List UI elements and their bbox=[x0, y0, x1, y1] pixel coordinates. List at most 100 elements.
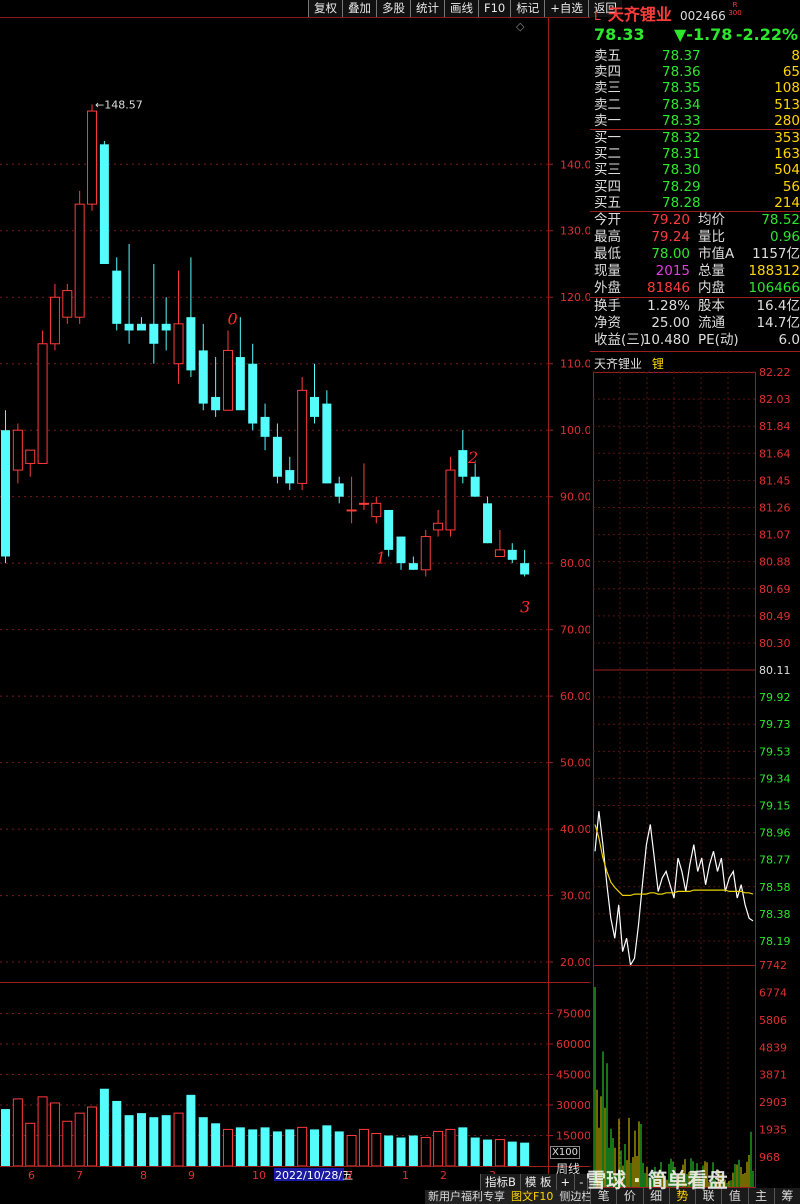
candle-body bbox=[248, 363, 258, 424]
toolbar-button-4[interactable]: 画线 bbox=[444, 0, 478, 17]
candle-body bbox=[149, 323, 159, 344]
price-tick-label: 20.00 bbox=[560, 956, 590, 969]
candle-body bbox=[334, 483, 344, 497]
candle-body bbox=[494, 549, 505, 558]
candle-body bbox=[87, 110, 98, 205]
asks-row: 卖一 78.33 280 bbox=[590, 113, 800, 129]
volume-bar bbox=[186, 1094, 196, 1166]
candle-body bbox=[297, 389, 308, 484]
toolbar-button-0[interactable]: 复权 bbox=[308, 0, 342, 17]
volume-bar bbox=[1, 1109, 10, 1166]
stat-label: 换手 bbox=[594, 298, 621, 314]
volume-bar bbox=[507, 1141, 517, 1166]
status-item-1[interactable]: 图文F10 bbox=[508, 1190, 557, 1204]
candle-body bbox=[507, 549, 517, 560]
candle-body bbox=[358, 502, 369, 505]
intraday-tick-label: 81.45 bbox=[759, 474, 791, 487]
ctrl-button-0[interactable]: 指标B bbox=[480, 1174, 520, 1190]
volume-bar bbox=[358, 1128, 369, 1167]
volume-bar bbox=[25, 1122, 36, 1167]
stat-label: 外盘 bbox=[594, 280, 621, 296]
intraday-tick-label: 81.07 bbox=[759, 529, 791, 542]
asks-label: 卖四 bbox=[594, 64, 621, 81]
intraday-vol-tick-label: 5806 bbox=[759, 1014, 787, 1027]
intraday-tick-label: 78.38 bbox=[759, 908, 791, 921]
tab-6[interactable]: 主 bbox=[747, 1188, 774, 1204]
asks-label: 卖一 bbox=[594, 112, 621, 129]
date-label: 2 bbox=[346, 1169, 353, 1182]
bids-row: 买四 78.29 56 bbox=[590, 179, 800, 195]
stat-value: 81846 bbox=[647, 280, 690, 296]
volume-bar bbox=[112, 1100, 122, 1166]
volume-bar bbox=[124, 1115, 134, 1166]
asks-qty: 280 bbox=[774, 112, 800, 129]
sector-tag[interactable]: 锂 bbox=[652, 357, 664, 371]
bids-label: 买四 bbox=[594, 178, 621, 195]
date-label: 9 bbox=[188, 1169, 195, 1182]
kline-chart-area[interactable]: 20.00 30.00 40.00 50.00 60.00 70.00 80.00 90.00… bbox=[0, 18, 599, 1204]
volume-bar bbox=[334, 1131, 344, 1166]
bids-label: 买二 bbox=[594, 146, 621, 163]
ctrl-button-1[interactable]: 模 板 bbox=[519, 1174, 556, 1190]
candle-body bbox=[173, 323, 184, 365]
volume-bar bbox=[420, 1137, 431, 1167]
tab-7[interactable]: 筹 bbox=[773, 1188, 800, 1204]
candle-body bbox=[310, 396, 319, 417]
intraday-tick-label: 81.84 bbox=[759, 420, 791, 433]
stat-row: 最低 78.00 市值A 1157亿 bbox=[590, 246, 800, 263]
candle-body bbox=[198, 350, 208, 404]
stat-label: 量比 bbox=[698, 229, 725, 245]
price-tick-label: 30.00 bbox=[560, 890, 590, 903]
intraday-tick-label: 79.15 bbox=[759, 800, 791, 813]
annotation-mark: 3 bbox=[520, 597, 530, 616]
candle-body bbox=[222, 349, 233, 411]
asks-row: 卖四 78.36 65 bbox=[590, 64, 800, 80]
candle-body bbox=[49, 296, 60, 345]
asks-qty: 108 bbox=[774, 80, 800, 97]
bids-price: 78.32 bbox=[662, 130, 701, 146]
toolbar-button-5[interactable]: F10 bbox=[478, 0, 511, 17]
volume-bar bbox=[470, 1137, 480, 1166]
ctrl-button-2[interactable]: + bbox=[555, 1174, 575, 1190]
volume-bar bbox=[62, 1120, 73, 1167]
intraday-tick-label: 80.11 bbox=[759, 664, 791, 677]
asks-label: 卖三 bbox=[594, 80, 621, 97]
intraday-vol-tick-label: 7742 bbox=[759, 959, 787, 972]
intraday-vol-tick-label: 2903 bbox=[759, 1096, 787, 1109]
candle-body bbox=[136, 323, 146, 331]
stock-name[interactable]: 天齐锂业 bbox=[608, 5, 672, 24]
volume-bar bbox=[371, 1132, 382, 1167]
asks-price: 78.35 bbox=[662, 80, 701, 97]
intraday-stock-name: 天齐锂业 bbox=[594, 357, 643, 371]
asks-row: 卖五 78.37 8 bbox=[590, 48, 800, 64]
candle-body bbox=[322, 403, 332, 484]
date-label: 2 bbox=[440, 1169, 447, 1182]
volume-bar bbox=[458, 1127, 468, 1166]
toolbar-button-2[interactable]: 多股 bbox=[376, 0, 410, 17]
asks-price: 78.34 bbox=[662, 96, 701, 113]
intraday-tick-label: 79.53 bbox=[759, 745, 791, 758]
stat-value: 25.00 bbox=[651, 315, 690, 331]
toolbar-button-7[interactable]: +自选 bbox=[544, 0, 588, 17]
stat-row: 今开 79.20 均价 78.52 bbox=[590, 212, 800, 229]
volume-bar bbox=[49, 1102, 60, 1167]
volume-tick-label: 45000 bbox=[556, 1069, 590, 1082]
toolbar-button-3[interactable]: 统计 bbox=[410, 0, 444, 17]
stats-block-2: 换手 1.28% 股本 16.4亿 净资 25.00 流通 14.7亿 收益(三) 10.480 P… bbox=[590, 298, 800, 349]
status-item-0[interactable]: 新用户福利专享 bbox=[425, 1190, 508, 1204]
stat-label: 流通 bbox=[698, 315, 725, 331]
toolbar-button-6[interactable]: 标记 bbox=[510, 0, 545, 17]
intraday-vol-tick-label: 968 bbox=[759, 1151, 780, 1164]
toolbar-button-1[interactable]: 叠加 bbox=[342, 0, 376, 17]
bids-row: 买一 78.32 353 bbox=[590, 130, 800, 146]
intraday-tick-label: 78.77 bbox=[759, 854, 791, 867]
stock-header: L 天齐锂业 002466 R 300 78.33 ▼-1.78 -2.22% bbox=[590, 0, 800, 48]
market-tag: L bbox=[594, 9, 601, 23]
bids-row: 买三 78.30 504 bbox=[590, 162, 800, 178]
price-tick-label: 60.00 bbox=[560, 690, 590, 703]
intraday-tick-label: 78.58 bbox=[759, 881, 791, 894]
bids-label: 买五 bbox=[594, 194, 621, 211]
kline-svg: 20.00 30.00 40.00 50.00 60.00 70.00 80.00 90.00… bbox=[0, 18, 599, 1188]
stat-value: 78.00 bbox=[651, 246, 690, 262]
status-bar: 新用户福利专享 图文F10 侧边栏《 bbox=[425, 1190, 607, 1204]
